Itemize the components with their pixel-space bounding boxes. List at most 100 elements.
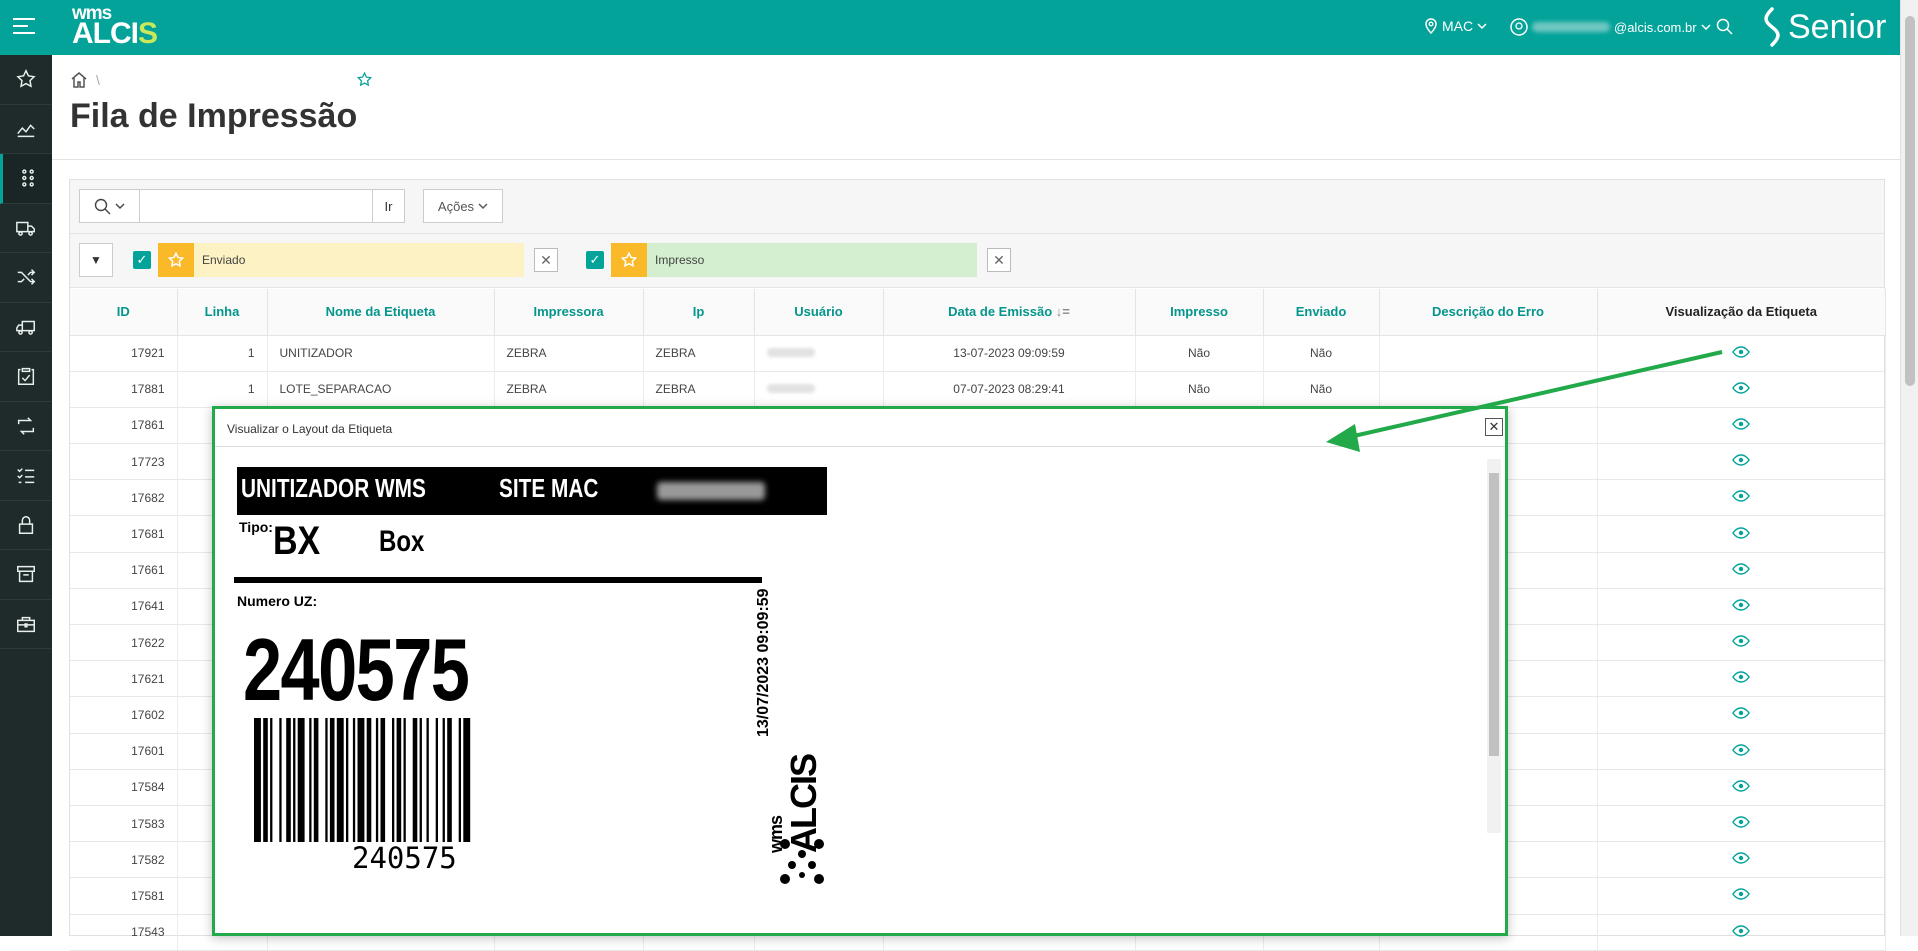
filter-enabled-checkbox[interactable]: ✓ (133, 251, 151, 269)
column-header-data-emissao[interactable]: Data de Emissão ↓= (883, 289, 1136, 336)
go-button[interactable]: Ir (372, 190, 404, 222)
favorite-star-icon[interactable] (356, 71, 373, 88)
cell-visualizacao[interactable] (1597, 696, 1886, 734)
eye-icon[interactable] (1732, 924, 1751, 937)
close-icon[interactable]: ✕ (1485, 418, 1503, 436)
cell-id: 17681 (70, 515, 178, 553)
sort-desc-icon: ↓= (1055, 304, 1070, 320)
scrollbar-thumb[interactable] (1905, 16, 1915, 386)
eye-icon[interactable] (1732, 743, 1751, 756)
cell-id: 17582 (70, 841, 178, 879)
eye-icon[interactable] (1732, 490, 1751, 503)
cell-visualizacao[interactable] (1597, 733, 1886, 770)
cell-id: 17861 (70, 407, 178, 445)
cell-visualizacao[interactable] (1597, 660, 1886, 698)
site-selector[interactable]: MAC (1424, 18, 1487, 34)
barcode-text: 240575 (352, 841, 457, 875)
sidebar-item-movements[interactable] (0, 253, 52, 303)
search-input[interactable] (140, 190, 372, 222)
cell-impressora: ZEBRA (494, 371, 644, 408)
table-row[interactable]: 17921 1 UNITIZADOR ZEBRA ZEBRA 13-07-2023 09:… (70, 335, 1886, 372)
column-header-descricao-erro[interactable]: Descrição do Erro (1379, 289, 1598, 336)
cell-visualizacao[interactable] (1597, 624, 1886, 662)
column-header-nome[interactable]: Nome da Etiqueta (267, 289, 495, 336)
dialog-scrollbar-thumb[interactable] (1489, 473, 1499, 756)
eye-icon[interactable] (1732, 454, 1751, 466)
sidebar-item-receiving[interactable] (0, 204, 52, 253)
cell-visualizacao[interactable] (1597, 552, 1886, 589)
home-icon[interactable] (70, 71, 88, 88)
actions-menu-button[interactable]: Ações (423, 189, 503, 223)
dialog-scrollbar[interactable] (1487, 459, 1501, 833)
page-scrollbar[interactable] (1900, 0, 1918, 936)
cell-visualizacao[interactable] (1597, 443, 1886, 481)
wms-alcis-logo[interactable]: wms ALCIS (72, 4, 158, 49)
sidebar-item-security[interactable] (0, 501, 52, 550)
eye-icon[interactable] (1732, 526, 1751, 539)
cell-id: 17622 (70, 624, 178, 662)
column-header-usuario[interactable]: Usuário (754, 289, 884, 336)
column-header-ip[interactable]: Ip (643, 289, 755, 336)
eye-icon[interactable] (1732, 345, 1751, 358)
highlight-star-icon (611, 243, 647, 277)
cell-visualizacao[interactable] (1597, 805, 1886, 843)
sidebar-item-apps[interactable] (0, 154, 52, 204)
cell-visualizacao[interactable] (1597, 371, 1886, 408)
column-header-linha[interactable]: Linha (177, 289, 268, 336)
filter-enabled-checkbox[interactable]: ✓ (586, 251, 604, 269)
label-header-bar: UNITIZADOR WMS SITE MAC (237, 467, 827, 515)
hamburger-menu-icon[interactable] (13, 18, 35, 36)
sidebar-item-dashboard[interactable] (0, 105, 52, 154)
sidebar-item-tools[interactable] (0, 600, 52, 649)
cell-visualizacao[interactable] (1597, 407, 1886, 445)
cell-usuario (754, 371, 884, 408)
cell-id: 17583 (70, 805, 178, 843)
sidebar (0, 55, 52, 936)
cell-data-emissao: 13-07-2023 09:09:59 (883, 335, 1136, 372)
cell-visualizacao[interactable] (1597, 515, 1886, 553)
cell-visualizacao[interactable] (1597, 877, 1886, 915)
cell-ip: ZEBRA (643, 371, 755, 408)
table-row[interactable]: 17881 1 LOTE_SEPARACAO ZEBRA ZEBRA 07-07-2023… (70, 371, 1886, 408)
column-header-impressora[interactable]: Impressora (494, 289, 644, 336)
eye-icon[interactable] (1732, 852, 1751, 864)
cell-visualizacao[interactable] (1597, 588, 1886, 626)
filter-chip-enviado[interactable]: Enviado (158, 243, 524, 277)
eye-icon[interactable] (1732, 599, 1751, 611)
eye-icon[interactable] (1732, 635, 1751, 647)
user-menu[interactable]: @alcis.com.br (1510, 18, 1711, 36)
cell-visualizacao[interactable] (1597, 769, 1886, 806)
eye-icon[interactable] (1732, 563, 1751, 575)
cell-visualizacao[interactable] (1597, 335, 1886, 372)
cell-visualizacao[interactable] (1597, 914, 1886, 951)
eye-icon[interactable] (1732, 382, 1751, 394)
senior-logo: Senior (1760, 7, 1886, 47)
collapse-filters-button[interactable]: ▼ (79, 243, 113, 277)
eye-icon[interactable] (1732, 418, 1751, 430)
cell-visualizacao[interactable] (1597, 841, 1886, 879)
remove-filter-button[interactable]: ✕ (534, 248, 558, 272)
sidebar-item-shipping[interactable] (0, 303, 52, 352)
sidebar-item-checklist[interactable] (0, 352, 52, 402)
search-button[interactable] (1716, 18, 1733, 35)
search-column-button[interactable] (80, 190, 140, 222)
sidebar-item-tasks[interactable] (0, 451, 52, 501)
eye-icon[interactable] (1732, 888, 1751, 901)
column-header-enviado[interactable]: Enviado (1263, 289, 1380, 336)
column-header-visualizacao[interactable]: Visualização da Etiqueta (1597, 289, 1886, 336)
column-header-id[interactable]: ID (70, 289, 178, 336)
search-icon (94, 198, 111, 214)
sidebar-item-transfer[interactable] (0, 402, 52, 451)
sidebar-item-archive[interactable] (0, 550, 52, 600)
eye-icon[interactable] (1732, 707, 1751, 720)
column-header-impresso[interactable]: Impresso (1135, 289, 1264, 336)
cell-visualizacao[interactable] (1597, 479, 1886, 517)
sidebar-item-favorites[interactable] (0, 55, 52, 105)
eye-icon[interactable] (1732, 816, 1751, 828)
filter-chip-impresso[interactable]: Impresso (611, 243, 977, 277)
eye-icon[interactable] (1732, 780, 1751, 792)
chevron-down-icon (115, 203, 125, 209)
remove-filter-button[interactable]: ✕ (987, 248, 1011, 272)
eye-icon[interactable] (1732, 671, 1751, 683)
highlight-star-icon (158, 243, 194, 277)
